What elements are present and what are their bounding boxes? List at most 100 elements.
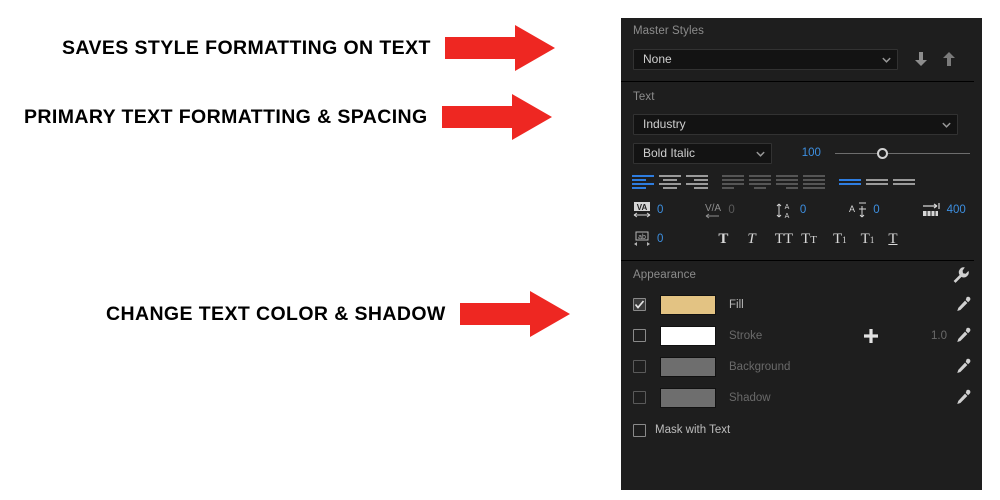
align-right-icon[interactable] bbox=[686, 173, 708, 192]
kerning-value: 0 bbox=[728, 204, 734, 216]
svg-text:A: A bbox=[784, 204, 789, 211]
right-arrow-icon bbox=[445, 25, 555, 71]
tab-width-value: 400 bbox=[947, 204, 966, 216]
push-to-master-styles-button[interactable] bbox=[910, 48, 932, 70]
fill-label: Fill bbox=[729, 299, 744, 311]
sync-from-master-styles-button[interactable] bbox=[938, 48, 960, 70]
justify-center-icon[interactable] bbox=[749, 173, 771, 192]
eyedropper-icon[interactable] bbox=[955, 358, 972, 375]
callout-label: CHANGE TEXT COLOR & SHADOW bbox=[106, 303, 446, 326]
master-styles-value: None bbox=[643, 52, 672, 66]
stroke-width-value[interactable]: 1.0 bbox=[931, 330, 947, 342]
small-caps-icon[interactable]: TT bbox=[801, 232, 817, 247]
svg-text:A: A bbox=[849, 204, 855, 214]
font-size-slider[interactable] bbox=[835, 147, 970, 159]
stroke-label: Stroke bbox=[729, 330, 762, 342]
tracking-control[interactable]: VA 0 bbox=[632, 201, 663, 219]
callout-text: PRIMARY TEXT FORMATTING & SPACING bbox=[24, 95, 552, 139]
font-style-value: Bold Italic bbox=[643, 146, 695, 160]
faux-bold-icon[interactable]: T bbox=[718, 232, 728, 247]
section-title-text: Text bbox=[621, 82, 982, 110]
indent-icon: ab bbox=[632, 230, 652, 248]
align-top-icon[interactable] bbox=[839, 173, 861, 192]
alignment-row bbox=[621, 168, 982, 196]
shadow-color-swatch[interactable] bbox=[660, 388, 716, 408]
tracking-icon: VA bbox=[632, 201, 652, 219]
shadow-checkbox[interactable] bbox=[633, 391, 646, 404]
appearance-row-shadow: Shadow bbox=[621, 382, 982, 413]
font-size-value[interactable]: 100 bbox=[802, 147, 821, 159]
tracking-value: 0 bbox=[657, 204, 663, 216]
master-styles-dropdown[interactable]: None bbox=[633, 49, 898, 70]
leading-value: 0 bbox=[800, 204, 806, 216]
chevron-down-icon bbox=[941, 119, 952, 130]
leading-icon: A A bbox=[775, 201, 795, 219]
font-family-dropdown[interactable]: Industry bbox=[633, 114, 958, 135]
background-label: Background bbox=[729, 361, 790, 373]
fill-color-swatch[interactable] bbox=[660, 295, 716, 315]
mask-with-text-label: Mask with Text bbox=[655, 424, 730, 436]
faux-italic-icon[interactable]: T bbox=[747, 232, 755, 247]
svg-text:V/A: V/A bbox=[705, 203, 721, 214]
fill-checkbox[interactable] bbox=[633, 298, 646, 311]
section-title-appearance: Appearance bbox=[633, 262, 696, 288]
checkmark-icon bbox=[634, 299, 645, 310]
all-caps-icon[interactable]: TT bbox=[775, 232, 793, 247]
font-style-dropdown[interactable]: Bold Italic bbox=[633, 143, 772, 164]
font-family-value: Industry bbox=[643, 117, 686, 131]
indent-control[interactable]: ab 0 bbox=[632, 230, 663, 248]
plus-icon[interactable] bbox=[863, 328, 879, 344]
svg-text:VA: VA bbox=[637, 203, 648, 212]
background-checkbox[interactable] bbox=[633, 360, 646, 373]
svg-text:ab: ab bbox=[638, 234, 646, 241]
appearance-header-row: Appearance bbox=[621, 261, 982, 289]
appearance-row-fill: Fill bbox=[621, 289, 982, 320]
callout-label: SAVES STYLE FORMATTING ON TEXT bbox=[62, 37, 431, 60]
justify-right-icon[interactable] bbox=[776, 173, 798, 192]
kerning-icon: V/A bbox=[703, 201, 723, 219]
slider-track bbox=[835, 153, 970, 154]
justify-full-icon[interactable] bbox=[803, 173, 825, 192]
chevron-down-icon bbox=[755, 148, 766, 159]
tab-width-control[interactable]: 400 bbox=[920, 201, 966, 219]
arrow-down-icon bbox=[914, 51, 928, 67]
callout-master-styles: SAVES STYLE FORMATTING ON TEXT bbox=[62, 26, 555, 70]
callout-label: PRIMARY TEXT FORMATTING & SPACING bbox=[24, 106, 428, 129]
align-middle-icon[interactable] bbox=[866, 173, 888, 192]
section-title-master-styles: Master Styles bbox=[621, 18, 982, 44]
align-bottom-icon[interactable] bbox=[893, 173, 915, 192]
superscript-icon[interactable]: T1 bbox=[833, 232, 847, 247]
slider-knob[interactable] bbox=[877, 148, 888, 159]
mask-with-text-row[interactable]: Mask with Text bbox=[621, 417, 982, 443]
kerning-control[interactable]: V/A 0 bbox=[703, 201, 734, 219]
subscript-icon[interactable]: T1 bbox=[861, 232, 875, 247]
stroke-checkbox[interactable] bbox=[633, 329, 646, 342]
svg-text:A: A bbox=[784, 213, 789, 219]
appearance-row-background: Background bbox=[621, 351, 982, 382]
wrench-icon[interactable] bbox=[952, 266, 970, 284]
appearance-row-stroke: Stroke 1.0 bbox=[621, 320, 982, 351]
eyedropper-icon[interactable] bbox=[955, 327, 972, 344]
tab-width-icon bbox=[920, 201, 942, 219]
baseline-shift-icon: A bbox=[846, 201, 868, 219]
stroke-color-swatch[interactable] bbox=[660, 326, 716, 346]
essential-graphics-panel: Master Styles None Text Industry Bold It… bbox=[621, 18, 982, 490]
text-metrics-row: VA 0 V/A 0 A A 0 A 0 bbox=[621, 196, 982, 224]
master-styles-row: None bbox=[621, 44, 982, 74]
baseline-shift-control[interactable]: A 0 bbox=[846, 201, 879, 219]
mask-with-text-checkbox[interactable] bbox=[633, 424, 646, 437]
leading-control[interactable]: A A 0 bbox=[775, 201, 806, 219]
eyedropper-icon[interactable] bbox=[955, 296, 972, 313]
shadow-label: Shadow bbox=[729, 392, 771, 404]
chevron-down-icon bbox=[881, 54, 892, 65]
eyedropper-icon[interactable] bbox=[955, 389, 972, 406]
align-left-icon[interactable] bbox=[632, 173, 654, 192]
background-color-swatch[interactable] bbox=[660, 357, 716, 377]
justify-left-icon[interactable] bbox=[722, 173, 744, 192]
align-center-icon[interactable] bbox=[659, 173, 681, 192]
font-style-row: Bold Italic 100 bbox=[621, 138, 982, 168]
underline-icon[interactable]: T bbox=[888, 232, 897, 247]
callout-appearance: CHANGE TEXT COLOR & SHADOW bbox=[106, 292, 570, 336]
right-arrow-icon bbox=[460, 291, 570, 337]
arrow-up-icon bbox=[942, 51, 956, 67]
